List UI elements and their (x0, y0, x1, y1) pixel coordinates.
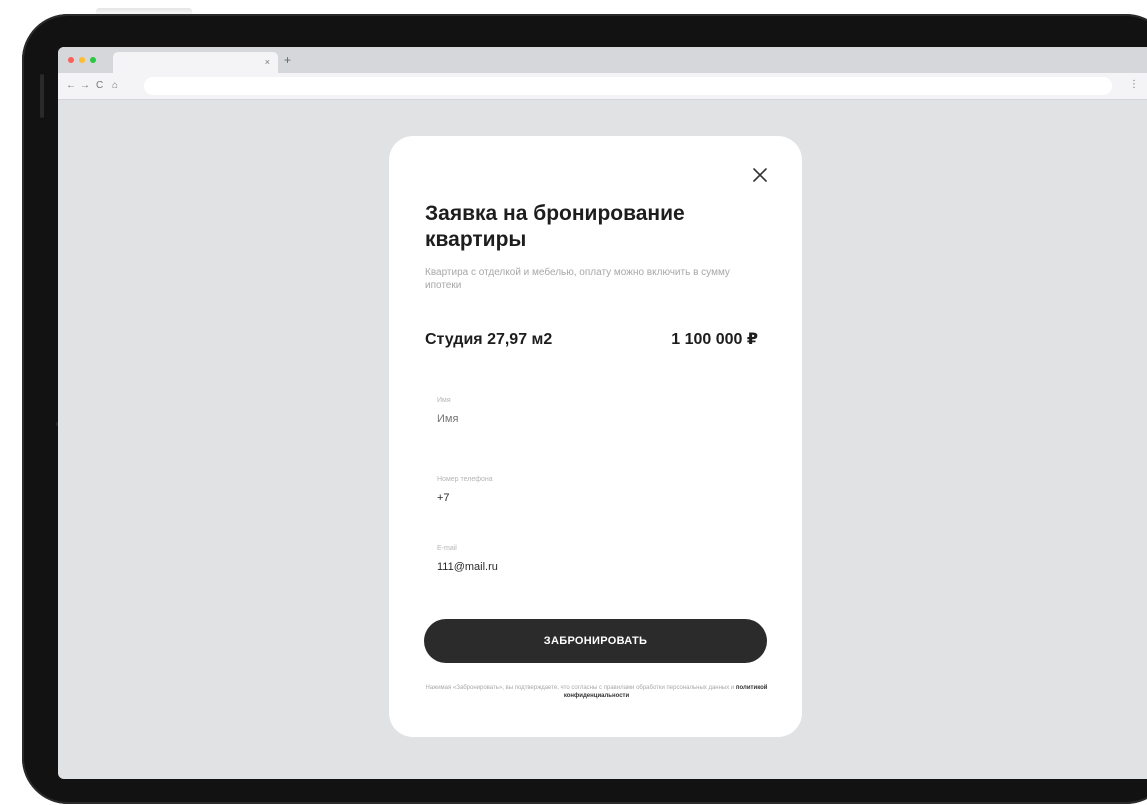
maximize-window-dot[interactable] (90, 57, 96, 63)
browser-menu-icon[interactable]: ⋮ (1129, 79, 1139, 91)
minimize-window-dot[interactable] (79, 57, 85, 63)
apartment-price: 1 100 000 ₽ (671, 331, 758, 348)
address-bar[interactable] (144, 77, 1112, 95)
new-tab-icon[interactable]: + (284, 54, 291, 66)
side-button (40, 74, 44, 118)
phone-field-label: Номер телефона (437, 476, 493, 483)
booking-form: Имя Номер телефона E-mail (425, 379, 768, 611)
modal-title: Заявка на бронирование квартиры (425, 202, 685, 251)
close-icon (753, 168, 767, 182)
modal-subtitle: Квартира с отделкой и мебелью, оплату мо… (425, 267, 730, 291)
book-button[interactable]: ЗАБРОНИРОВАТЬ (424, 619, 767, 663)
close-button[interactable] (747, 162, 773, 188)
name-field-label: Имя (437, 397, 451, 404)
booking-modal: Заявка на бронирование квартиры Квартира… (389, 136, 802, 737)
tab-close-icon[interactable]: × (265, 56, 270, 68)
forward-icon[interactable]: → (80, 79, 90, 93)
consent-note: Нажимая «Забронировать», вы подтверждает… (425, 684, 768, 700)
name-input[interactable] (437, 412, 697, 426)
close-window-dot[interactable] (68, 57, 74, 63)
name-field-group: Имя (437, 396, 747, 426)
tab-bar: × + (58, 47, 1147, 73)
browser-tab[interactable]: × (113, 52, 278, 73)
browser-window: × + ← → C ⌂ ⋮ Заявка на бронирование ква… (58, 47, 1147, 779)
email-input[interactable] (437, 560, 697, 574)
phone-input[interactable] (437, 491, 697, 505)
reload-icon[interactable]: C (96, 79, 103, 93)
phone-field-group: Номер телефона (437, 475, 747, 505)
home-icon[interactable]: ⌂ (112, 79, 118, 93)
apartment-name: Студия 27,97 м2 (425, 331, 553, 348)
navigation-bar: ← → C ⌂ ⋮ (58, 73, 1147, 100)
back-icon[interactable]: ← (66, 79, 76, 93)
scene: × + ← → C ⌂ ⋮ Заявка на бронирование ква… (0, 0, 1147, 805)
consent-text: Нажимая «Забронировать», вы подтверждает… (425, 685, 735, 691)
email-field-group: E-mail (437, 544, 747, 574)
email-field-label: E-mail (437, 545, 457, 552)
